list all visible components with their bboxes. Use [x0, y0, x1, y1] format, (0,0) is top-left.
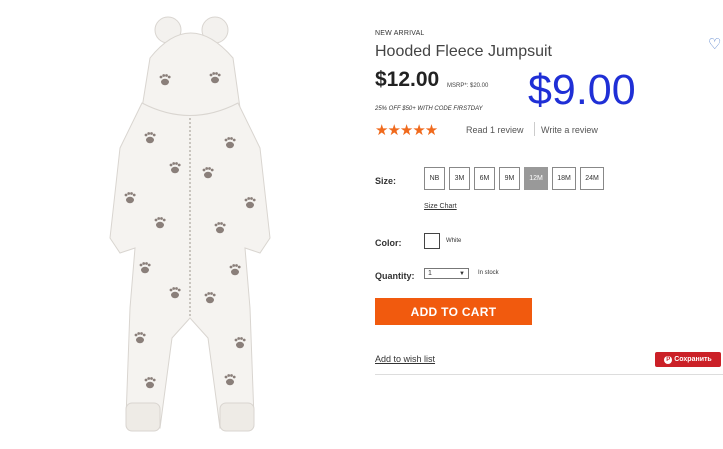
size-label: Size:	[375, 176, 397, 186]
read-reviews-link[interactable]: Read 1 review	[466, 125, 524, 135]
write-review-link[interactable]: Write a review	[541, 125, 598, 135]
size-option-24m[interactable]: 24M	[580, 167, 604, 190]
sale-price: $9.00	[528, 66, 636, 114]
add-to-wishlist-link[interactable]: Add to wish list	[375, 354, 435, 364]
section-divider	[375, 374, 723, 375]
size-chart-link[interactable]: Size Chart	[424, 203, 457, 210]
heart-outline-icon[interactable]: ♡	[708, 37, 721, 52]
add-to-cart-button[interactable]: ADD TO CART	[375, 298, 532, 325]
pinterest-save-button[interactable]: P Сохранить	[655, 352, 721, 367]
size-option-6m[interactable]: 6M	[474, 167, 495, 190]
quantity-select[interactable]: 1 ▼	[424, 268, 469, 279]
size-option-3m[interactable]: 3M	[449, 167, 470, 190]
quantity-value: 1	[428, 270, 432, 277]
stock-status: In stock	[478, 270, 499, 276]
size-option-nb[interactable]: NB	[424, 167, 445, 190]
promo-text: 25% OFF $50+ WITH CODE FIRSTDAY	[375, 106, 483, 112]
review-divider	[534, 122, 535, 136]
size-option-12m[interactable]: 12M	[524, 167, 548, 190]
product-title: Hooded Fleece Jumpsuit	[375, 43, 552, 60]
product-image	[109, 16, 271, 432]
color-swatch[interactable]	[424, 233, 440, 249]
size-option-9m[interactable]: 9M	[499, 167, 520, 190]
msrp-price: MSRP*: $20.00	[447, 83, 489, 89]
chevron-down-icon: ▼	[459, 270, 465, 277]
color-name: White	[446, 238, 462, 244]
size-selector: NB 3M 6M 9M 12M 18M 24M	[424, 167, 604, 190]
color-label: Color:	[375, 238, 402, 248]
pinterest-icon: P	[664, 355, 673, 364]
rating-stars: ★★★★★	[375, 122, 438, 139]
size-option-18m[interactable]: 18M	[552, 167, 576, 190]
product-price: $12.00	[375, 68, 440, 91]
pin-button-label: Сохранить	[674, 356, 712, 363]
new-arrival-badge: NEW ARRIVAL	[375, 30, 425, 37]
quantity-label: Quantity:	[375, 271, 415, 281]
